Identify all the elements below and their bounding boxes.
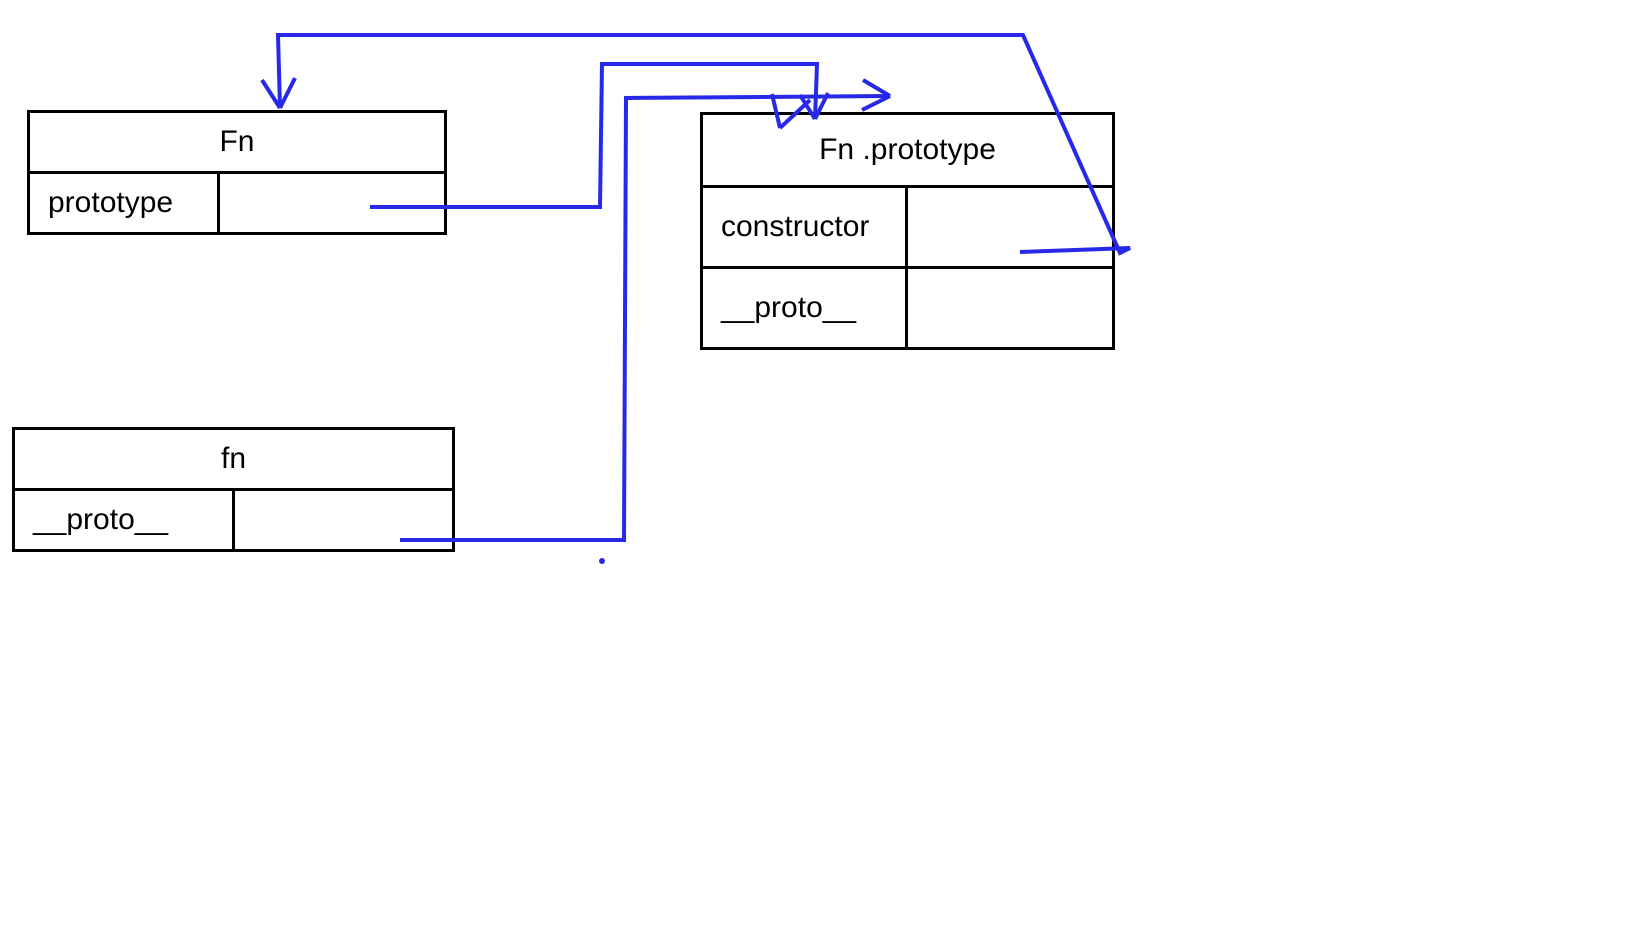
arrowhead-3 (262, 78, 295, 108)
box-fn-prototype-title: Fn .prototype (703, 115, 1112, 188)
box-fn-prototype-proto-value (908, 269, 1112, 347)
box-fn-prototype-constructor-label: constructor (703, 188, 908, 266)
box-fn-prototype-constructor-value (908, 188, 1112, 266)
box-fn-instance-title: fn (15, 430, 452, 491)
box-fn: Fn prototype (27, 110, 447, 235)
box-fn-instance: fn __proto__ (12, 427, 455, 552)
box-fn-instance-proto-value (235, 491, 452, 549)
arrowhead-2 (862, 80, 890, 110)
box-fn-instance-row-proto: __proto__ (15, 491, 452, 549)
dot (599, 558, 605, 564)
box-fn-row-prototype: prototype (30, 174, 444, 232)
box-fn-prototype-row-proto: __proto__ (703, 269, 1112, 347)
box-fn-prototype-row-constructor: constructor (703, 188, 1112, 269)
box-fn-prototype-value (220, 174, 444, 232)
box-fn-instance-proto-label: __proto__ (15, 491, 235, 549)
box-fn-prototype-proto-label: __proto__ (703, 269, 908, 347)
box-fn-prototype-label: prototype (30, 174, 220, 232)
box-fn-title: Fn (30, 113, 444, 174)
box-fn-prototype: Fn .prototype constructor __proto__ (700, 112, 1115, 350)
